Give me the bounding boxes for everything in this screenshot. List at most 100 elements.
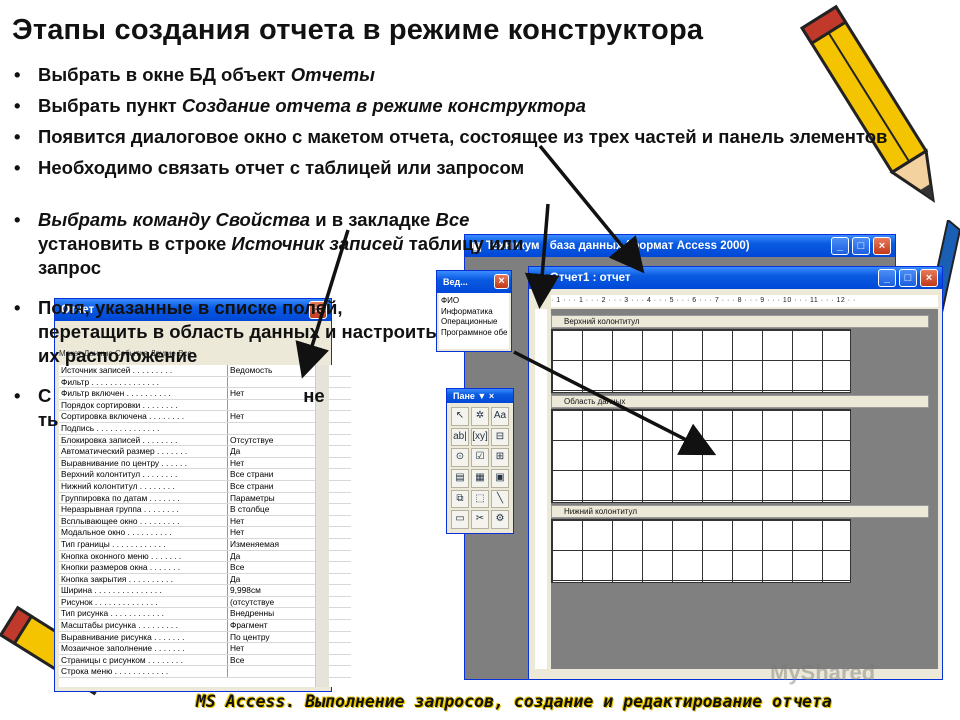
bullet-item: Выбрать команду Свойства и в закладке Вс…	[10, 208, 530, 280]
minimize-icon[interactable]: _	[831, 237, 849, 255]
report-window-title: Отчет1 : отчет	[549, 272, 631, 284]
page-footer-grid[interactable]	[551, 519, 851, 583]
property-value[interactable]: Фрагмент	[227, 620, 293, 631]
property-name: Неразрывная группа . . . . . . . .	[61, 504, 179, 515]
property-row[interactable]: Выравнивание по центру . . . . . . Нет	[59, 457, 351, 470]
property-value[interactable]	[227, 666, 293, 678]
toolbox-tool[interactable]: ☑	[471, 448, 489, 467]
section-header-page[interactable]: Верхний колонтитул	[551, 315, 929, 328]
property-name: Верхний колонтитул . . . . . . . .	[61, 469, 178, 480]
property-name: Кнопка закрытия . . . . . . . . . .	[61, 573, 173, 584]
toolbox-tool[interactable]: ab|	[451, 427, 469, 447]
page-header-grid[interactable]	[551, 329, 851, 393]
property-value[interactable]: Внедренны	[227, 608, 293, 620]
property-row[interactable]: Страницы с рисунком . . . . . . . . Все	[59, 654, 351, 667]
property-value[interactable]: Нет	[227, 515, 293, 527]
property-row[interactable]: Автоматический размер . . . . . . . Да	[59, 446, 351, 458]
property-value[interactable]: (отсутствуе	[227, 596, 293, 608]
close-icon[interactable]: ×	[873, 237, 891, 255]
detail-grid[interactable]	[551, 409, 851, 503]
property-row[interactable]: Модальное окно . . . . . . . . . . Нет	[59, 527, 351, 539]
toolbox-panel[interactable]: Пане ▼ × ↖ ✲ Aa ab| [xy] ⊟ ⊙ ☑ ⊞ ▤ ▦ ▣ ⧉ ⬚ ╲ ▭ ✂ ⚙	[446, 388, 514, 534]
property-value[interactable]: По центру	[227, 631, 293, 643]
property-row[interactable]: Мозаичное заполнение . . . . . . . Нет	[59, 643, 351, 655]
property-row[interactable]: Верхний колонтитул . . . . . . . . Все ст…	[59, 469, 351, 481]
property-value[interactable]: Изменяемая	[227, 538, 293, 550]
property-value[interactable]: Да	[227, 550, 293, 562]
property-value[interactable]: Нет	[227, 643, 293, 654]
property-row[interactable]: Масштабы рисунка . . . . . . . . . Фрагме…	[59, 620, 351, 632]
toolbox-tool[interactable]: ⊞	[491, 448, 509, 467]
toolbox-tool[interactable]: ⊟	[491, 427, 509, 447]
toolbox-tool[interactable]: ✲	[471, 407, 489, 426]
property-row[interactable]: Группировка по датам . . . . . . . Параме…	[59, 492, 351, 505]
property-value[interactable]: Отсутствуе	[227, 434, 293, 446]
close-icon[interactable]: ×	[920, 269, 938, 287]
field-list-item[interactable]: Информатика	[441, 307, 507, 318]
property-row[interactable]: Кнопка оконного меню . . . . . . . Да	[59, 550, 351, 563]
property-value[interactable]: Все страни	[227, 469, 293, 480]
property-row[interactable]: Кнопка закрытия . . . . . . . . . . Да	[59, 573, 351, 586]
property-value[interactable]: Все	[227, 562, 293, 573]
property-row[interactable]: Блокировка записей . . . . . . . . Отсутс…	[59, 434, 351, 447]
property-value[interactable]: Параметры	[227, 492, 293, 504]
property-name: Группировка по датам . . . . . . .	[61, 492, 180, 503]
property-row[interactable]: Выравнивание рисунка . . . . . . . По цен…	[59, 631, 351, 644]
report-design-window[interactable]: ▤ Отчет1 : отчет _ □ × · 1 · · · 1 · · ·…	[528, 266, 943, 680]
toolbox-tool[interactable]: ▤	[451, 468, 469, 488]
property-name: Ширина . . . . . . . . . . . . . . .	[61, 585, 162, 596]
bullet-item: Выбрать в окне БД объект Отчеты	[10, 62, 890, 87]
toolbox-tool[interactable]: ✂	[471, 510, 489, 529]
property-value[interactable]: 9,998см	[227, 585, 293, 596]
toolbox-tool[interactable]: ↖	[451, 407, 469, 426]
property-name: Выравнивание по центру . . . . . .	[61, 457, 187, 468]
toolbox-tool[interactable]: ⊙	[451, 448, 469, 467]
maximize-icon[interactable]: □	[899, 269, 917, 287]
report-window-titlebar[interactable]: ▤ Отчет1 : отчет _ □ ×	[529, 267, 942, 289]
maximize-icon[interactable]: □	[852, 237, 870, 255]
property-name: Нижний колонтитул . . . . . . . .	[61, 480, 175, 491]
property-value[interactable]: В столбце	[227, 504, 293, 515]
toolbox-tool[interactable]: ⧉	[451, 489, 469, 509]
toolbox-tool[interactable]: [xy]	[471, 427, 489, 447]
field-list-item[interactable]: Программное обе	[441, 328, 507, 339]
bullet-item: Необходимо связать отчет с таблицей или …	[10, 155, 890, 180]
property-value[interactable]: Да	[227, 446, 293, 457]
property-name: Строка меню . . . . . . . . . . . .	[61, 666, 169, 677]
field-list-item[interactable]: ФИО	[441, 296, 507, 307]
toolbox-tool[interactable]: ╲	[491, 489, 509, 509]
property-name: Рисунок . . . . . . . . . . . . . .	[61, 596, 158, 607]
property-row[interactable]: Кнопки размеров окна . . . . . . . Все	[59, 562, 351, 574]
toolbox-tool[interactable]: ▦	[471, 468, 489, 488]
toolbox-tool[interactable]: ⚙	[491, 510, 509, 529]
property-name: Кнопка оконного меню . . . . . . .	[61, 550, 182, 561]
toolbox-grid: ↖ ✲ Aa ab| [xy] ⊟ ⊙ ☑ ⊞ ▤ ▦ ▣ ⧉ ⬚ ╲ ▭ ✂ ⚙	[449, 405, 511, 531]
property-value[interactable]: Да	[227, 573, 293, 585]
property-row[interactable]: Рисунок . . . . . . . . . . . . . . (отсу…	[59, 596, 351, 609]
property-value[interactable]: Все	[227, 654, 293, 666]
property-row[interactable]: Тип границы . . . . . . . . . . . . Измен…	[59, 538, 351, 551]
property-name: Модальное окно . . . . . . . . . .	[61, 527, 172, 538]
property-row[interactable]: Ширина . . . . . . . . . . . . . . . 9,99…	[59, 585, 351, 597]
property-row[interactable]: Нижний колонтитул . . . . . . . . Все стр…	[59, 480, 351, 493]
toolbox-tool[interactable]: ⬚	[471, 489, 489, 509]
property-row[interactable]: Неразрывная группа . . . . . . . . В стол…	[59, 504, 351, 516]
property-row[interactable]: Всплывающее окно . . . . . . . . . Нет	[59, 515, 351, 528]
toolbox-tool[interactable]: ▣	[491, 468, 509, 488]
report-icon: ▤	[535, 273, 546, 285]
property-value[interactable]: Нет	[227, 457, 293, 469]
toolbox-tool[interactable]: Aa	[491, 407, 509, 426]
property-name: Тип границы . . . . . . . . . . . .	[61, 538, 166, 549]
property-value[interactable]: Все страни	[227, 480, 293, 492]
slide-footer: MS Access. Выполнение запросов, создание…	[196, 692, 832, 711]
bullet-item: С не ть	[10, 384, 450, 432]
toolbox-tool[interactable]: ▭	[451, 510, 469, 529]
section-footer-page[interactable]: Нижний колонтитул	[551, 505, 929, 518]
property-row[interactable]: Строка меню . . . . . . . . . . . .	[59, 666, 351, 679]
property-row[interactable]: Тип рисунка . . . . . . . . . . . . Внедр…	[59, 608, 351, 621]
minimize-icon[interactable]: _	[878, 269, 896, 287]
vertical-ruler	[535, 309, 547, 669]
property-value[interactable]: Нет	[227, 527, 293, 538]
section-detail[interactable]: Область данных	[551, 395, 929, 408]
field-list-item[interactable]: Операционные	[441, 317, 507, 328]
